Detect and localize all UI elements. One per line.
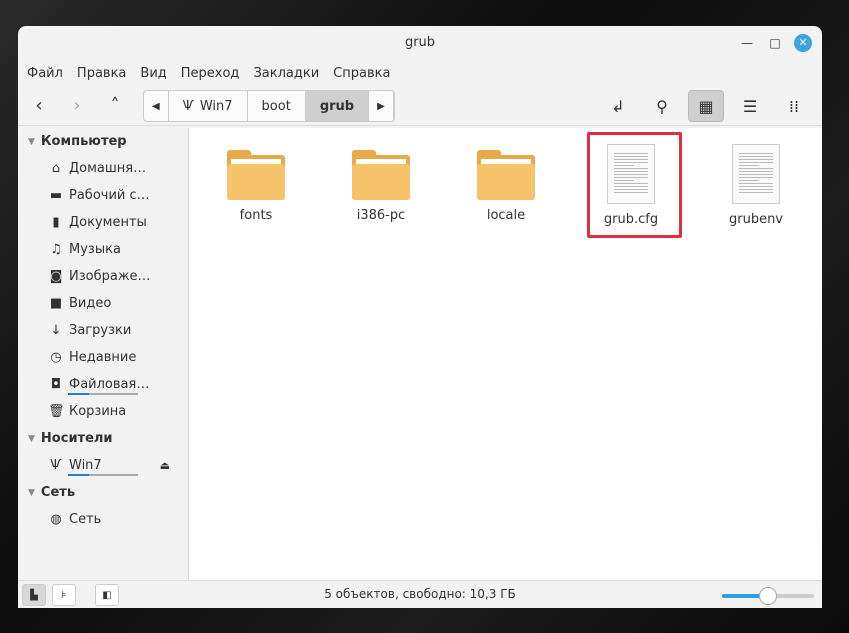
eject-icon[interactable]: ⏏: [160, 459, 170, 472]
sidebar-item[interactable]: Ѱ Win7 ⏏: [18, 452, 188, 479]
sidebar-item[interactable]: ◘ Файловая…: [18, 371, 188, 398]
file-manager-window: grub — □ ✕ Файл Правка Вид Переход Закладки С…: [18, 26, 822, 608]
sidebar-item-label: Рабочий с…: [69, 188, 150, 203]
filesystem-icon: ◘: [50, 377, 62, 392]
sidebar: ▼ Компьютер ⌂ Домашня… ▬ Рабочий с… ▮ Документы…: [18, 128, 189, 580]
window-title: grub: [404, 35, 436, 50]
minimize-button[interactable]: —: [738, 34, 756, 52]
usage-bar: [68, 393, 138, 395]
file-name: grubenv: [728, 212, 784, 227]
file-name: fonts: [239, 208, 273, 223]
highlight-box: [587, 132, 682, 238]
sidebar-item-label: Изображе…: [69, 269, 151, 284]
sidebar-item-label: Недавние: [69, 350, 137, 365]
title-bar: grub — □ ✕: [18, 26, 822, 60]
sidebar-item-label: Загрузки: [69, 323, 132, 338]
triangle-down-icon: ▼: [28, 433, 35, 444]
search-icon[interactable]: ⚲: [644, 90, 680, 122]
folder-icon: [352, 150, 410, 200]
breadcrumb-right-arrow[interactable]: ▶: [369, 91, 394, 121]
sidebar-item[interactable]: ▬ Рабочий с…: [18, 182, 188, 209]
sidebar-item-label: Корзина: [69, 404, 127, 419]
section-title: Носители: [40, 431, 113, 446]
file-name: locale: [486, 208, 526, 223]
compact-view-button[interactable]: ⁞⁞: [776, 90, 812, 122]
sidebar-item-label: Win7: [69, 458, 102, 473]
music-icon: ♫: [50, 242, 62, 257]
menu-item[interactable]: Правка: [70, 66, 133, 81]
sidebar-section-header[interactable]: ▼ Носители: [18, 425, 188, 452]
forward-button[interactable]: ›: [62, 91, 92, 121]
folder-item[interactable]: fonts: [206, 144, 306, 223]
sidebar-item[interactable]: ♫ Музыка: [18, 236, 188, 263]
sidebar-item[interactable]: ↓ Загрузки: [18, 317, 188, 344]
download-icon: ↓: [50, 323, 62, 338]
toolbar: ‹ › ˄ ◀ Ѱ Win7 boot grub ▶ ↲ ⚲ ▦ ☰ ⁞⁞: [18, 86, 822, 126]
sidebar-item-label: Файловая…: [69, 377, 150, 392]
status-text: 5 объектов, свободно: 10,3 ГБ: [324, 587, 516, 601]
breadcrumb: ◀ Ѱ Win7 boot grub ▶: [143, 90, 395, 122]
up-button[interactable]: ˄: [100, 91, 130, 121]
zoom-slider-knob[interactable]: [759, 587, 777, 605]
desktop-icon: ▬: [49, 188, 63, 203]
clock-icon: ◷: [50, 350, 62, 365]
file-item[interactable]: grubenv: [706, 144, 806, 227]
back-button[interactable]: ‹: [24, 91, 54, 121]
menu-item[interactable]: Переход: [174, 66, 247, 81]
close-button[interactable]: ✕: [794, 34, 812, 52]
video-folder-icon: ■: [49, 296, 63, 311]
breadcrumb-left-arrow[interactable]: ◀: [144, 91, 169, 121]
network-icon: ◍: [50, 512, 62, 527]
folder-item[interactable]: locale: [456, 144, 556, 223]
triangle-down-icon: ▼: [28, 136, 35, 147]
zoom-slider[interactable]: [722, 587, 814, 605]
file-name: i386-pc: [356, 208, 406, 223]
sidebar-item[interactable]: 🗑 Корзина: [18, 398, 188, 425]
breadcrumb-grub[interactable]: grub: [305, 91, 370, 121]
home-icon: ⌂: [51, 161, 61, 176]
menu-item[interactable]: Закладки: [246, 66, 326, 81]
menu-bar: Файл Правка Вид Переход Закладки Справка: [18, 60, 822, 86]
usb-icon: Ѱ: [182, 98, 194, 114]
sidebar-item[interactable]: ⌂ Домашня…: [18, 155, 188, 182]
folder-icon: [227, 150, 285, 200]
menu-item[interactable]: Вид: [133, 66, 173, 81]
camera-icon: ◙: [49, 269, 63, 284]
sidebar-item[interactable]: ◍ Сеть: [18, 506, 188, 533]
status-bar: ▙ ⊧ ◧ 5 объектов, свободно: 10,3 ГБ: [18, 580, 822, 608]
sidebar-item[interactable]: ◷ Недавние: [18, 344, 188, 371]
sidebar-item[interactable]: ◙ Изображе…: [18, 263, 188, 290]
section-title: Компьютер: [40, 134, 127, 149]
breadcrumb-win7[interactable]: Ѱ Win7: [169, 91, 248, 121]
sidebar-item[interactable]: ▮ Документы: [18, 209, 188, 236]
maximize-button[interactable]: □: [766, 34, 784, 52]
usage-bar: [68, 474, 138, 476]
sidebar-section-header[interactable]: ▼ Сеть: [18, 479, 188, 506]
menu-item[interactable]: Справка: [326, 66, 397, 81]
folder-icon: [477, 150, 535, 200]
sidebar-item-label: Музыка: [69, 242, 121, 257]
file-view: fonts i386-pc locale grub.cfg grubenv: [189, 128, 822, 580]
location-toggle-icon[interactable]: ↲: [600, 90, 636, 122]
folder-item[interactable]: i386-pc: [331, 144, 431, 223]
section-title: Сеть: [40, 485, 76, 500]
sidebar-item-label: Домашня…: [69, 161, 147, 176]
sidebar-item-label: Сеть: [69, 512, 102, 527]
triangle-down-icon: ▼: [28, 487, 35, 498]
document-icon: ▮: [52, 215, 60, 230]
usb-icon: Ѱ: [50, 458, 62, 473]
trash-icon: 🗑: [48, 404, 65, 419]
breadcrumb-boot[interactable]: boot: [248, 91, 306, 121]
sidebar-item-label: Документы: [69, 215, 147, 230]
text-file-icon: [732, 144, 780, 204]
icon-view-button[interactable]: ▦: [688, 90, 724, 122]
sidebar-section-header[interactable]: ▼ Компьютер: [18, 128, 188, 155]
sidebar-item[interactable]: ■ Видео: [18, 290, 188, 317]
sidebar-item-label: Видео: [69, 296, 112, 311]
menu-item[interactable]: Файл: [20, 66, 70, 81]
list-view-button[interactable]: ☰: [732, 90, 768, 122]
